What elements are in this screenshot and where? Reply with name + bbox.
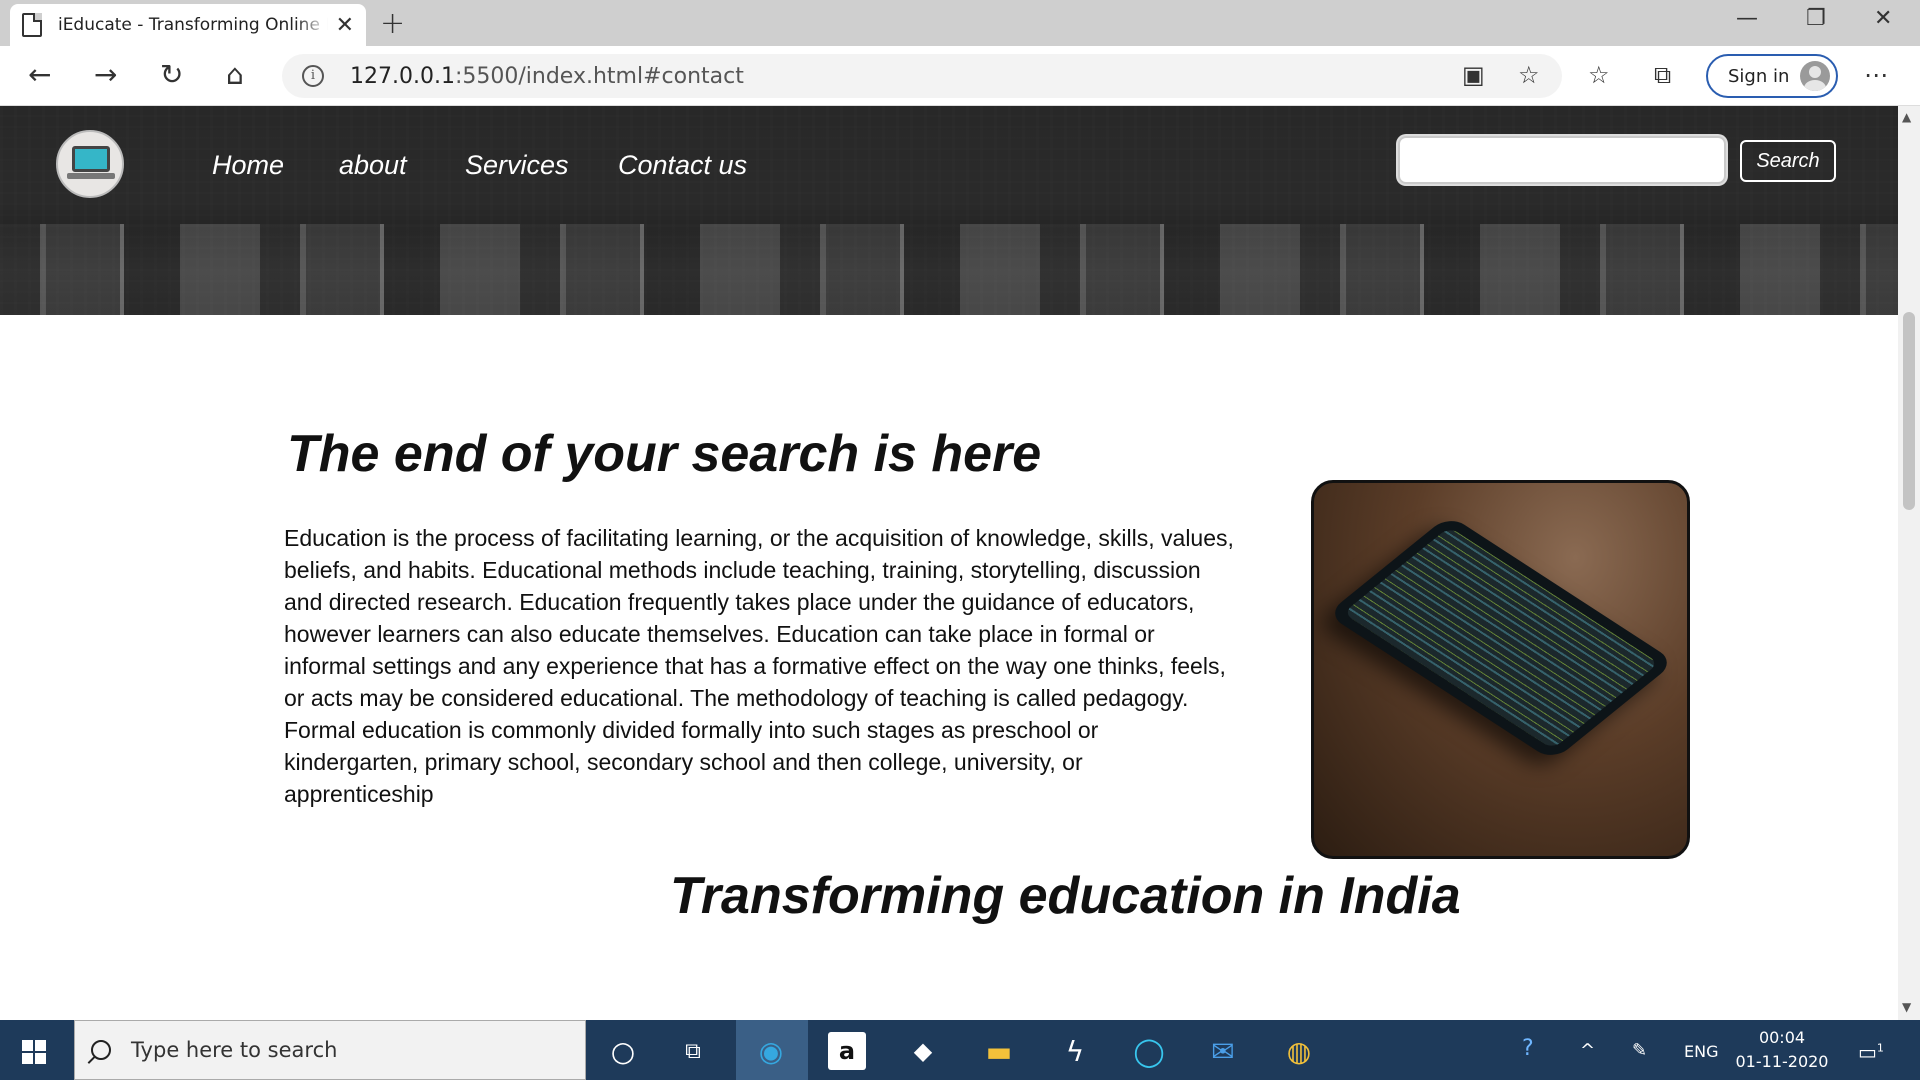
- url-text: 127.0.0.1:5500/index.html#contact: [350, 64, 744, 89]
- page-icon: [22, 13, 42, 37]
- alexa-icon[interactable]: ◯: [1130, 1032, 1168, 1070]
- read-aloud-icon[interactable]: ▣: [1462, 60, 1485, 90]
- close-tab-icon[interactable]: ✕: [336, 13, 354, 38]
- section-heading: The end of your search is here: [287, 425, 1042, 483]
- scroll-thumb[interactable]: [1903, 312, 1915, 510]
- back-icon[interactable]: ←: [28, 60, 51, 90]
- system-clock[interactable]: 00:04 01-11-2020: [1732, 1026, 1832, 1074]
- forward-icon[interactable]: →: [94, 60, 117, 90]
- home-icon[interactable]: ⌂: [226, 60, 244, 90]
- edge-icon[interactable]: ◉: [752, 1032, 790, 1070]
- page-scrollbar[interactable]: ▲ ▼: [1898, 106, 1920, 1020]
- url-path: :5500/index.html#contact: [454, 63, 744, 89]
- window-close-icon[interactable]: ✕: [1874, 6, 1892, 31]
- more-icon[interactable]: ⋯: [1864, 60, 1888, 90]
- tab-title: iEducate - Transforming Online E: [57, 15, 328, 35]
- language-indicator[interactable]: ENG: [1684, 1042, 1718, 1061]
- restore-icon[interactable]: ❐: [1806, 6, 1826, 31]
- taskbar-search-box[interactable]: Type here to search: [74, 1020, 586, 1080]
- address-bar[interactable]: i 127.0.0.1:5500/index.html#contact ▣ ☆: [282, 54, 1562, 98]
- city-skyline-image: [0, 224, 1898, 315]
- cortana-icon[interactable]: ○: [604, 1032, 642, 1070]
- refresh-icon[interactable]: ↻: [160, 60, 183, 90]
- help-icon[interactable]: ?: [1522, 1036, 1534, 1061]
- search-icon: [91, 1040, 111, 1060]
- phone-shape: [1326, 514, 1676, 762]
- site-info-icon[interactable]: i: [302, 65, 324, 87]
- site-logo[interactable]: [56, 130, 124, 198]
- smartphone-image: [1311, 480, 1690, 859]
- amazon-icon[interactable]: a: [828, 1032, 866, 1070]
- mail-icon[interactable]: ✉: [1204, 1032, 1242, 1070]
- nav-about[interactable]: about: [339, 150, 407, 181]
- url-host: 127.0.0.1: [350, 63, 455, 89]
- nav-contact[interactable]: Contact us: [618, 150, 747, 181]
- collections-icon[interactable]: ⧉: [1654, 60, 1671, 90]
- taskbar: Type here to search ○ ⧉ ◉ a ◆ ▬ ϟ ◯ ✉ ◍ …: [0, 1020, 1920, 1080]
- task-view-icon[interactable]: ⧉: [674, 1032, 712, 1070]
- tray-chevron-icon[interactable]: ^: [1580, 1040, 1595, 1061]
- section-paragraph: Education is the process of facilitating…: [284, 525, 1234, 807]
- site-navbar: Home about Services Contact us Search: [0, 106, 1898, 224]
- dropbox-icon[interactable]: ◆: [904, 1032, 942, 1070]
- scroll-up-icon[interactable]: ▲: [1902, 110, 1911, 124]
- chrome-icon[interactable]: ◍: [1280, 1032, 1318, 1070]
- tab-strip: iEducate - Transforming Online E ✕ + — ❐…: [0, 0, 1920, 46]
- nav-services[interactable]: Services: [465, 150, 569, 181]
- favorites-icon[interactable]: ☆: [1588, 60, 1610, 90]
- sketch-app-icon[interactable]: ϟ: [1056, 1032, 1094, 1070]
- minimize-icon[interactable]: —: [1736, 6, 1758, 31]
- browser-tab[interactable]: iEducate - Transforming Online E ✕: [10, 4, 366, 46]
- notification-count: 1: [1876, 1041, 1884, 1055]
- windows-start-icon[interactable]: [22, 1040, 46, 1064]
- avatar-icon: [1800, 61, 1830, 91]
- sign-in-button[interactable]: Sign in: [1706, 54, 1838, 98]
- scroll-down-icon[interactable]: ▼: [1902, 1000, 1911, 1014]
- site-search-button[interactable]: Search: [1740, 140, 1836, 182]
- nav-home[interactable]: Home: [212, 150, 284, 181]
- laptop-icon: [72, 146, 110, 172]
- sign-in-label: Sign in: [1728, 65, 1790, 87]
- site-search-input[interactable]: [1398, 136, 1726, 184]
- clock-time: 00:04: [1758, 1028, 1806, 1047]
- file-explorer-icon[interactable]: ▬: [980, 1032, 1018, 1070]
- taskbar-search-placeholder: Type here to search: [131, 1038, 338, 1062]
- favorite-star-icon[interactable]: ☆: [1518, 60, 1540, 90]
- pen-icon[interactable]: ✎: [1632, 1040, 1647, 1061]
- clock-date: 01-11-2020: [1735, 1052, 1829, 1071]
- section2-heading: Transforming education in India: [670, 867, 1461, 925]
- page-viewport: Home about Services Contact us Search Th…: [0, 106, 1898, 1020]
- notification-icon[interactable]: ▭1: [1858, 1040, 1884, 1064]
- hero-banner: Home about Services Contact us Search: [0, 106, 1898, 315]
- browser-toolbar: ← → ↻ ⌂ i 127.0.0.1:5500/index.html#cont…: [0, 46, 1920, 106]
- new-tab-icon[interactable]: +: [380, 6, 405, 41]
